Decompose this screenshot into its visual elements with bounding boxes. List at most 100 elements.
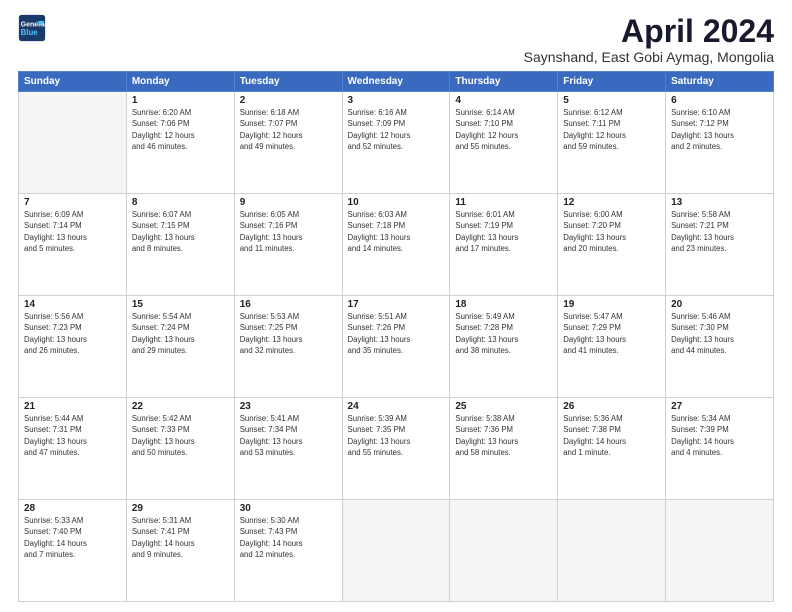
day-cell: 13Sunrise: 5:58 AM Sunset: 7:21 PM Dayli… bbox=[666, 194, 774, 296]
day-number: 3 bbox=[348, 95, 445, 106]
day-info: Sunrise: 5:33 AM Sunset: 7:40 PM Dayligh… bbox=[24, 515, 121, 560]
day-cell bbox=[19, 92, 127, 194]
day-info: Sunrise: 6:05 AM Sunset: 7:16 PM Dayligh… bbox=[240, 209, 337, 254]
day-number: 15 bbox=[132, 299, 229, 310]
day-number: 12 bbox=[563, 197, 660, 208]
col-tuesday: Tuesday bbox=[234, 72, 342, 92]
day-number: 29 bbox=[132, 503, 229, 514]
header: General Blue April 2024 Saynshand, East … bbox=[18, 14, 774, 65]
day-number: 2 bbox=[240, 95, 337, 106]
day-info: Sunrise: 5:38 AM Sunset: 7:36 PM Dayligh… bbox=[455, 413, 552, 458]
day-info: Sunrise: 5:54 AM Sunset: 7:24 PM Dayligh… bbox=[132, 311, 229, 356]
day-cell: 12Sunrise: 6:00 AM Sunset: 7:20 PM Dayli… bbox=[558, 194, 666, 296]
col-sunday: Sunday bbox=[19, 72, 127, 92]
col-saturday: Saturday bbox=[666, 72, 774, 92]
day-cell: 2Sunrise: 6:18 AM Sunset: 7:07 PM Daylig… bbox=[234, 92, 342, 194]
day-number: 20 bbox=[671, 299, 768, 310]
day-info: Sunrise: 5:30 AM Sunset: 7:43 PM Dayligh… bbox=[240, 515, 337, 560]
day-number: 5 bbox=[563, 95, 660, 106]
title-block: April 2024 Saynshand, East Gobi Aymag, M… bbox=[524, 14, 774, 65]
day-info: Sunrise: 5:41 AM Sunset: 7:34 PM Dayligh… bbox=[240, 413, 337, 458]
day-info: Sunrise: 5:39 AM Sunset: 7:35 PM Dayligh… bbox=[348, 413, 445, 458]
day-number: 17 bbox=[348, 299, 445, 310]
day-number: 18 bbox=[455, 299, 552, 310]
day-cell: 19Sunrise: 5:47 AM Sunset: 7:29 PM Dayli… bbox=[558, 296, 666, 398]
week-row-1: 1Sunrise: 6:20 AM Sunset: 7:06 PM Daylig… bbox=[19, 92, 774, 194]
calendar-header-row: Sunday Monday Tuesday Wednesday Thursday… bbox=[19, 72, 774, 92]
day-cell: 18Sunrise: 5:49 AM Sunset: 7:28 PM Dayli… bbox=[450, 296, 558, 398]
day-info: Sunrise: 5:31 AM Sunset: 7:41 PM Dayligh… bbox=[132, 515, 229, 560]
day-info: Sunrise: 5:36 AM Sunset: 7:38 PM Dayligh… bbox=[563, 413, 660, 458]
day-info: Sunrise: 5:46 AM Sunset: 7:30 PM Dayligh… bbox=[671, 311, 768, 356]
logo: General Blue bbox=[18, 14, 46, 42]
day-number: 22 bbox=[132, 401, 229, 412]
day-cell: 22Sunrise: 5:42 AM Sunset: 7:33 PM Dayli… bbox=[126, 398, 234, 500]
day-cell: 11Sunrise: 6:01 AM Sunset: 7:19 PM Dayli… bbox=[450, 194, 558, 296]
day-info: Sunrise: 5:58 AM Sunset: 7:21 PM Dayligh… bbox=[671, 209, 768, 254]
day-info: Sunrise: 6:12 AM Sunset: 7:11 PM Dayligh… bbox=[563, 107, 660, 152]
day-info: Sunrise: 6:03 AM Sunset: 7:18 PM Dayligh… bbox=[348, 209, 445, 254]
col-wednesday: Wednesday bbox=[342, 72, 450, 92]
day-cell: 1Sunrise: 6:20 AM Sunset: 7:06 PM Daylig… bbox=[126, 92, 234, 194]
day-cell: 25Sunrise: 5:38 AM Sunset: 7:36 PM Dayli… bbox=[450, 398, 558, 500]
day-number: 14 bbox=[24, 299, 121, 310]
day-info: Sunrise: 5:44 AM Sunset: 7:31 PM Dayligh… bbox=[24, 413, 121, 458]
day-number: 11 bbox=[455, 197, 552, 208]
day-cell: 21Sunrise: 5:44 AM Sunset: 7:31 PM Dayli… bbox=[19, 398, 127, 500]
logo-icon: General Blue bbox=[18, 14, 46, 42]
day-cell bbox=[450, 500, 558, 602]
day-info: Sunrise: 5:42 AM Sunset: 7:33 PM Dayligh… bbox=[132, 413, 229, 458]
svg-text:Blue: Blue bbox=[21, 28, 39, 37]
week-row-4: 21Sunrise: 5:44 AM Sunset: 7:31 PM Dayli… bbox=[19, 398, 774, 500]
day-cell: 14Sunrise: 5:56 AM Sunset: 7:23 PM Dayli… bbox=[19, 296, 127, 398]
day-cell: 29Sunrise: 5:31 AM Sunset: 7:41 PM Dayli… bbox=[126, 500, 234, 602]
day-cell: 4Sunrise: 6:14 AM Sunset: 7:10 PM Daylig… bbox=[450, 92, 558, 194]
day-number: 24 bbox=[348, 401, 445, 412]
day-cell: 27Sunrise: 5:34 AM Sunset: 7:39 PM Dayli… bbox=[666, 398, 774, 500]
day-info: Sunrise: 6:10 AM Sunset: 7:12 PM Dayligh… bbox=[671, 107, 768, 152]
day-number: 1 bbox=[132, 95, 229, 106]
day-cell: 16Sunrise: 5:53 AM Sunset: 7:25 PM Dayli… bbox=[234, 296, 342, 398]
day-number: 10 bbox=[348, 197, 445, 208]
day-info: Sunrise: 6:09 AM Sunset: 7:14 PM Dayligh… bbox=[24, 209, 121, 254]
day-number: 16 bbox=[240, 299, 337, 310]
day-cell bbox=[666, 500, 774, 602]
week-row-5: 28Sunrise: 5:33 AM Sunset: 7:40 PM Dayli… bbox=[19, 500, 774, 602]
day-info: Sunrise: 5:56 AM Sunset: 7:23 PM Dayligh… bbox=[24, 311, 121, 356]
day-info: Sunrise: 5:34 AM Sunset: 7:39 PM Dayligh… bbox=[671, 413, 768, 458]
main-title: April 2024 bbox=[524, 14, 774, 49]
day-cell: 17Sunrise: 5:51 AM Sunset: 7:26 PM Dayli… bbox=[342, 296, 450, 398]
day-info: Sunrise: 6:00 AM Sunset: 7:20 PM Dayligh… bbox=[563, 209, 660, 254]
day-cell: 3Sunrise: 6:16 AM Sunset: 7:09 PM Daylig… bbox=[342, 92, 450, 194]
day-cell: 8Sunrise: 6:07 AM Sunset: 7:15 PM Daylig… bbox=[126, 194, 234, 296]
day-number: 30 bbox=[240, 503, 337, 514]
day-info: Sunrise: 6:16 AM Sunset: 7:09 PM Dayligh… bbox=[348, 107, 445, 152]
day-info: Sunrise: 6:18 AM Sunset: 7:07 PM Dayligh… bbox=[240, 107, 337, 152]
day-number: 8 bbox=[132, 197, 229, 208]
day-number: 7 bbox=[24, 197, 121, 208]
day-number: 9 bbox=[240, 197, 337, 208]
day-cell: 20Sunrise: 5:46 AM Sunset: 7:30 PM Dayli… bbox=[666, 296, 774, 398]
day-info: Sunrise: 5:53 AM Sunset: 7:25 PM Dayligh… bbox=[240, 311, 337, 356]
day-cell: 9Sunrise: 6:05 AM Sunset: 7:16 PM Daylig… bbox=[234, 194, 342, 296]
day-cell: 6Sunrise: 6:10 AM Sunset: 7:12 PM Daylig… bbox=[666, 92, 774, 194]
day-number: 4 bbox=[455, 95, 552, 106]
day-cell: 30Sunrise: 5:30 AM Sunset: 7:43 PM Dayli… bbox=[234, 500, 342, 602]
day-number: 28 bbox=[24, 503, 121, 514]
day-cell: 5Sunrise: 6:12 AM Sunset: 7:11 PM Daylig… bbox=[558, 92, 666, 194]
day-cell bbox=[342, 500, 450, 602]
day-number: 27 bbox=[671, 401, 768, 412]
day-number: 26 bbox=[563, 401, 660, 412]
calendar-table: Sunday Monday Tuesday Wednesday Thursday… bbox=[18, 71, 774, 602]
day-number: 13 bbox=[671, 197, 768, 208]
day-info: Sunrise: 5:47 AM Sunset: 7:29 PM Dayligh… bbox=[563, 311, 660, 356]
week-row-3: 14Sunrise: 5:56 AM Sunset: 7:23 PM Dayli… bbox=[19, 296, 774, 398]
day-info: Sunrise: 5:51 AM Sunset: 7:26 PM Dayligh… bbox=[348, 311, 445, 356]
day-cell: 10Sunrise: 6:03 AM Sunset: 7:18 PM Dayli… bbox=[342, 194, 450, 296]
col-monday: Monday bbox=[126, 72, 234, 92]
day-number: 19 bbox=[563, 299, 660, 310]
day-number: 23 bbox=[240, 401, 337, 412]
day-cell bbox=[558, 500, 666, 602]
day-cell: 7Sunrise: 6:09 AM Sunset: 7:14 PM Daylig… bbox=[19, 194, 127, 296]
day-info: Sunrise: 6:14 AM Sunset: 7:10 PM Dayligh… bbox=[455, 107, 552, 152]
